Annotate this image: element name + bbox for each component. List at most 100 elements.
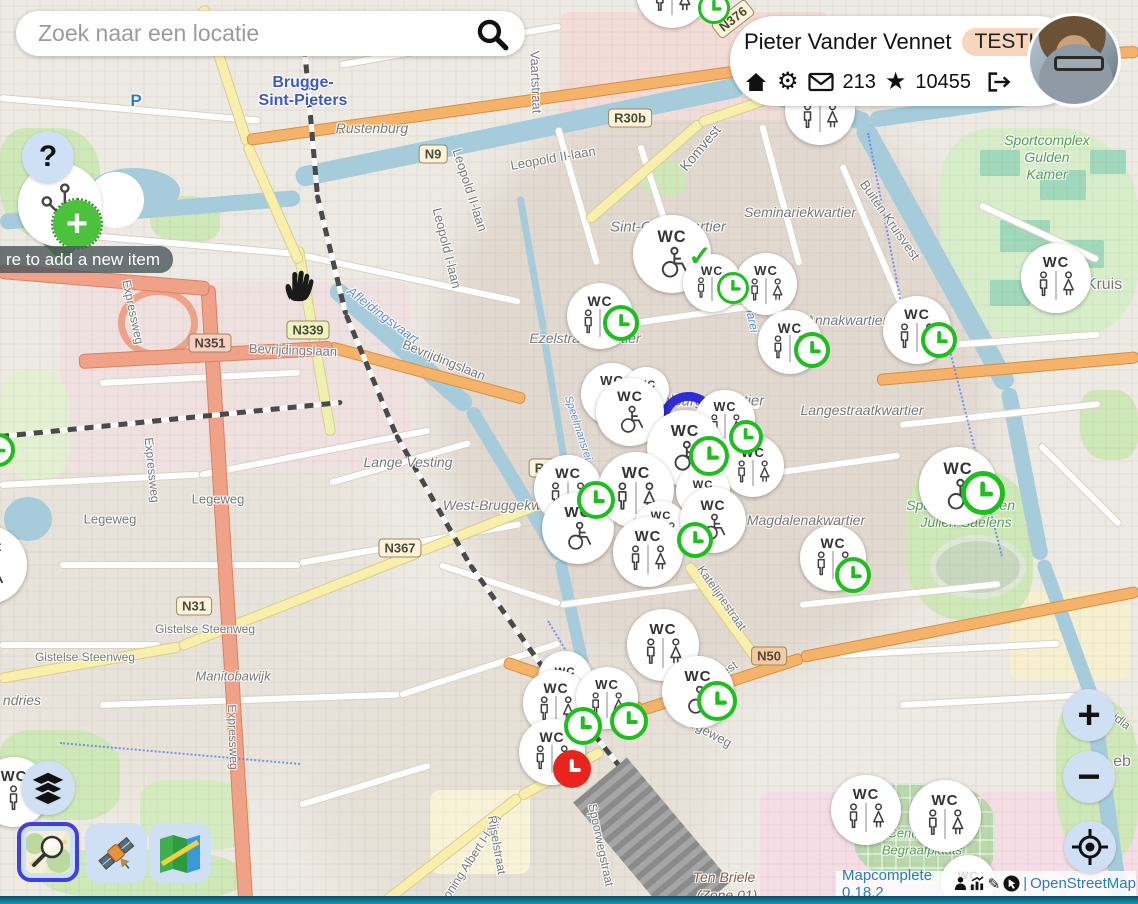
wc-label: WC xyxy=(657,229,686,245)
opening-hours-clock-badge[interactable] xyxy=(697,681,737,721)
statistics-icon[interactable] xyxy=(970,876,985,891)
map-label: Legeweg xyxy=(192,492,245,507)
map-label: Brugge- xyxy=(272,74,333,92)
background-satellite-button[interactable] xyxy=(85,823,147,883)
wc-label: WC xyxy=(853,788,879,803)
map-icon xyxy=(157,832,203,874)
map-label: Seminariekwartier xyxy=(744,204,856,220)
geolocate-button[interactable] xyxy=(1064,821,1116,873)
map-label: Expressweg xyxy=(225,704,241,770)
background-osm-button[interactable] xyxy=(17,822,79,882)
wc-label: WC xyxy=(539,731,564,745)
crosshair-icon xyxy=(1071,828,1109,866)
pointer-badge-icon[interactable] xyxy=(1003,875,1020,892)
map-label: Kamer xyxy=(1026,166,1067,182)
layers-button[interactable] xyxy=(21,761,75,815)
map-label: ndries xyxy=(3,692,41,708)
wc-marker-mf[interactable]: WC xyxy=(831,775,901,845)
closed-clock-badge[interactable] xyxy=(553,750,591,788)
opening-hours-clock-badge[interactable] xyxy=(577,481,615,519)
map-label: Rustenburg xyxy=(336,120,408,136)
layers-icon xyxy=(30,771,66,805)
bottom-accent-bar xyxy=(0,896,1138,904)
opening-hours-clock-badge[interactable] xyxy=(610,702,648,740)
map-label: Manitobawijk xyxy=(195,669,270,684)
hand-cursor xyxy=(281,268,315,309)
search-input[interactable] xyxy=(36,19,473,48)
osm-layer-thumbnail xyxy=(26,831,70,873)
wc-label: WC xyxy=(649,622,676,637)
add-new-item-button[interactable]: + xyxy=(53,200,101,248)
map-label: Gulden xyxy=(1024,149,1069,165)
satellite-icon xyxy=(94,831,138,875)
toilet-pictogram-icons xyxy=(627,545,669,574)
road-ref-badge: N31 xyxy=(176,597,212,616)
osm-link[interactable]: OpenStreetMap xyxy=(1030,875,1136,892)
opening-hours-clock-badge[interactable] xyxy=(564,707,602,745)
avatar[interactable] xyxy=(1027,13,1121,107)
toilet-pictogram-icons xyxy=(845,803,887,832)
search-bar[interactable] xyxy=(16,11,525,56)
wc-label: WC xyxy=(931,793,958,808)
road xyxy=(0,642,160,648)
road-ref-badge: R30b xyxy=(608,109,652,128)
mapcomplete-app: Brugge-Sint-PietersPRustenburgVaartstraa… xyxy=(0,0,1138,904)
wc-label: WC xyxy=(714,401,737,414)
map-canvas[interactable]: Brugge-Sint-PietersPRustenburgVaartstraa… xyxy=(0,0,1138,904)
map-label: Ten Briele xyxy=(693,869,756,885)
map-label: Magdalenakwartier xyxy=(747,512,865,528)
messages-icon[interactable] xyxy=(808,72,834,92)
zoom-out-button[interactable]: − xyxy=(1063,751,1115,803)
map-label: Vaartstraat xyxy=(527,50,544,113)
road-ref-badge: N9 xyxy=(419,145,448,164)
opening-hours-clock-badge[interactable] xyxy=(794,332,830,368)
opening-hours-clock-badge[interactable] xyxy=(835,557,871,593)
changeset-count: 10455 xyxy=(915,71,971,94)
road-ref-badge: N367 xyxy=(378,539,421,558)
avatar-glasses xyxy=(1054,56,1104,71)
map-label: Bevrijdingslaan xyxy=(249,341,338,359)
help-button[interactable]: ? xyxy=(22,131,74,183)
wc-label: WC xyxy=(543,682,568,696)
attribution-bar: Mapcomplete 0.18.2 ✎ | OpenStreetMap xyxy=(836,871,1136,896)
settings-gear-icon[interactable]: ⚙ xyxy=(777,70,799,94)
contributor-icon[interactable] xyxy=(954,876,967,891)
toilet-pictogram-icons xyxy=(5,785,22,814)
wc-label: WC xyxy=(1043,256,1069,271)
sport-field xyxy=(980,150,1020,176)
opening-hours-clock-badge[interactable] xyxy=(921,322,957,358)
logout-icon[interactable] xyxy=(986,70,1012,94)
toilet-pictogram-icons xyxy=(1035,271,1077,300)
wc-label: WC xyxy=(904,308,930,322)
background-map-button[interactable] xyxy=(149,823,211,883)
wc-marker-mf[interactable]: WC xyxy=(909,780,981,852)
opening-hours-clock-badge[interactable] xyxy=(961,471,1005,515)
map-label: Lange Vesting xyxy=(364,454,453,470)
star-icon[interactable]: ★ xyxy=(885,70,907,94)
attribution-separator: | xyxy=(1023,875,1027,892)
home-icon[interactable] xyxy=(744,70,768,94)
pencil-icon[interactable]: ✎ xyxy=(988,875,1001,893)
opening-hours-clock-badge[interactable] xyxy=(603,305,639,341)
wc-marker-mf[interactable]: WC xyxy=(613,517,683,587)
opening-hours-clock-badge[interactable] xyxy=(729,420,763,454)
wc-label: WC xyxy=(700,499,725,513)
verified-check-badge[interactable]: ✓ xyxy=(688,240,711,273)
wc-label: WC xyxy=(778,322,802,335)
toilet-pictogram-icons xyxy=(651,0,694,15)
wc-label: WC xyxy=(587,295,612,309)
opening-hours-clock-badge[interactable] xyxy=(677,522,713,558)
map-label: Legeweg xyxy=(84,512,137,527)
toilet-pictogram-icons xyxy=(747,278,785,304)
wc-label: WC xyxy=(0,540,3,556)
map-label: Gistelse Steenweg xyxy=(35,650,135,664)
opening-hours-clock-badge[interactable] xyxy=(689,436,729,476)
opening-hours-clock-badge[interactable] xyxy=(717,272,749,304)
messages-count: 213 xyxy=(843,71,876,94)
zoom-in-button[interactable]: + xyxy=(1063,689,1115,741)
park-area xyxy=(1080,390,1138,460)
search-icon[interactable] xyxy=(473,15,511,53)
wc-marker-mf[interactable]: WC xyxy=(1021,243,1091,313)
road-ref-badge: N339 xyxy=(286,321,329,340)
wc-label: WC xyxy=(595,678,619,691)
